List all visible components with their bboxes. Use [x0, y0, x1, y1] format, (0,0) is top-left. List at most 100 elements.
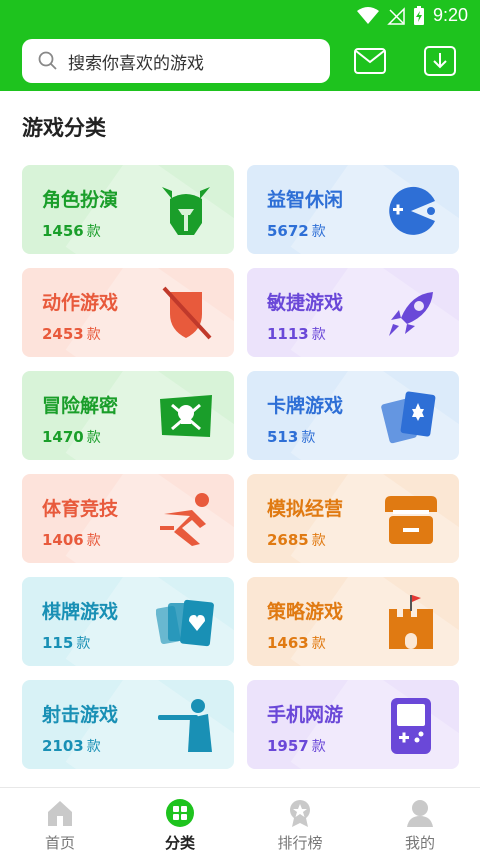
category-count-unit: 款 — [311, 739, 326, 755]
download-button[interactable] — [423, 44, 457, 78]
status-icons: 9:20 — [356, 5, 468, 26]
category-name: 卡牌游戏 — [267, 395, 344, 417]
category-count-value: 1113 — [267, 325, 309, 343]
category-card[interactable]: 棋牌游戏 115 款 — [22, 577, 234, 666]
category-card[interactable]: 体育竞技 1406 款 — [22, 474, 234, 563]
category-count: 1113 款 — [267, 324, 326, 344]
mail-button[interactable] — [353, 44, 387, 78]
category-count-value: 513 — [267, 428, 299, 446]
category-name: 棋牌游戏 — [42, 601, 119, 623]
category-name: 角色扮演 — [42, 189, 119, 211]
category-count-value: 115 — [42, 634, 74, 652]
search-placeholder: 搜索你喜欢的游戏 — [68, 53, 204, 74]
tab-label: 首页 — [44, 834, 75, 852]
search-icon — [38, 51, 57, 70]
shooter-icon — [156, 696, 216, 756]
battery-charging-icon — [413, 5, 424, 25]
category-card[interactable]: 益智休闲 5672 款 — [247, 165, 459, 254]
category-name: 动作游戏 — [42, 292, 119, 314]
download-icon — [424, 46, 456, 76]
category-card[interactable]: 射击游戏 2103 款 — [22, 680, 234, 769]
category-count: 2453 款 — [42, 324, 101, 344]
category-count: 2685 款 — [267, 530, 326, 550]
category-count: 1957 款 — [267, 736, 326, 756]
category-card[interactable]: 敏捷游戏 1113 款 — [247, 268, 459, 357]
tab-label: 排行榜 — [277, 834, 323, 852]
category-count: 5672 款 — [267, 221, 326, 241]
tab-home[interactable]: 首页 — [20, 798, 100, 853]
category-name: 射击游戏 — [42, 704, 119, 726]
tab-label: 分类 — [164, 834, 195, 852]
rocket-icon — [381, 284, 441, 344]
shop-icon — [381, 490, 441, 550]
category-name: 手机网游 — [267, 704, 344, 726]
category-count: 1463 款 — [267, 633, 326, 653]
category-name: 冒险解密 — [42, 395, 119, 417]
category-name: 益智休闲 — [267, 189, 344, 211]
handheld-console-icon — [381, 696, 441, 756]
category-count-value: 1470 — [42, 428, 84, 446]
status-bar: 9:20 — [0, 0, 480, 33]
category-count: 513 款 — [267, 427, 315, 447]
profile-icon — [405, 798, 435, 828]
mail-icon — [354, 48, 386, 74]
category-count: 2103 款 — [42, 736, 101, 756]
category-count-unit: 款 — [86, 739, 101, 755]
tab-profile[interactable]: 我的 — [380, 798, 460, 853]
warrior-helmet-icon — [156, 181, 216, 241]
category-count-unit: 款 — [311, 533, 326, 549]
category-count-unit: 款 — [86, 327, 101, 343]
category-count-value: 1463 — [267, 634, 309, 652]
castle-icon — [381, 593, 441, 653]
runner-icon — [156, 490, 216, 550]
sword-shield-icon — [156, 284, 216, 344]
category-count: 1456 款 — [42, 221, 101, 241]
category-count-value: 1957 — [267, 737, 309, 755]
category-card[interactable]: 卡牌游戏 513 款 — [247, 371, 459, 460]
status-time: 9:20 — [432, 5, 468, 25]
category-name: 策略游戏 — [267, 601, 344, 623]
category-count-unit: 款 — [311, 327, 326, 343]
category-count-value: 1456 — [42, 222, 84, 240]
category-count-value: 1406 — [42, 531, 84, 549]
home-icon — [45, 798, 75, 828]
category-count: 1406 款 — [42, 530, 101, 550]
category-card[interactable]: 手机网游 1957 款 — [247, 680, 459, 769]
category-count-value: 2453 — [42, 325, 84, 343]
tab-category[interactable]: 分类 — [140, 798, 220, 853]
category-count-unit: 款 — [86, 430, 101, 446]
rank-icon — [285, 798, 315, 828]
category-card[interactable]: 动作游戏 2453 款 — [22, 268, 234, 357]
category-icon — [165, 798, 195, 828]
playing-cards-icon — [155, 593, 216, 653]
category-count-unit: 款 — [311, 224, 326, 240]
skull-flag-icon — [156, 387, 216, 447]
wifi-icon — [356, 6, 379, 24]
cards-star-icon — [381, 387, 441, 447]
category-count-value: 2685 — [267, 531, 309, 549]
category-count-unit: 款 — [76, 636, 91, 652]
category-card[interactable]: 冒险解密 1470 款 — [22, 371, 234, 460]
category-name: 敏捷游戏 — [267, 292, 344, 314]
category-count-unit: 款 — [86, 224, 101, 240]
category-card[interactable]: 角色扮演 1456 款 — [22, 165, 234, 254]
header: 搜索你喜欢的游戏 — [0, 33, 480, 91]
category-count-unit: 款 — [301, 430, 316, 446]
category-name: 模拟经营 — [267, 498, 344, 520]
category-count-value: 5672 — [267, 222, 309, 240]
bottom-tab-bar: 首页 分类 排行榜 我的 — [0, 787, 480, 853]
category-count-value: 2103 — [42, 737, 84, 755]
tab-rank[interactable]: 排行榜 — [260, 798, 340, 853]
tab-label: 我的 — [404, 834, 435, 852]
category-card[interactable]: 策略游戏 1463 款 — [247, 577, 459, 666]
category-count-unit: 款 — [86, 533, 101, 549]
section-title: 游戏分类 — [22, 116, 106, 140]
category-count: 115 款 — [42, 633, 90, 653]
pacman-icon — [381, 181, 441, 241]
category-name: 体育竞技 — [42, 498, 119, 520]
no-signal-icon — [387, 6, 405, 25]
category-card[interactable]: 模拟经营 2685 款 — [247, 474, 459, 563]
category-count-unit: 款 — [311, 636, 326, 652]
search-input[interactable]: 搜索你喜欢的游戏 — [22, 39, 330, 83]
category-count: 1470 款 — [42, 427, 101, 447]
